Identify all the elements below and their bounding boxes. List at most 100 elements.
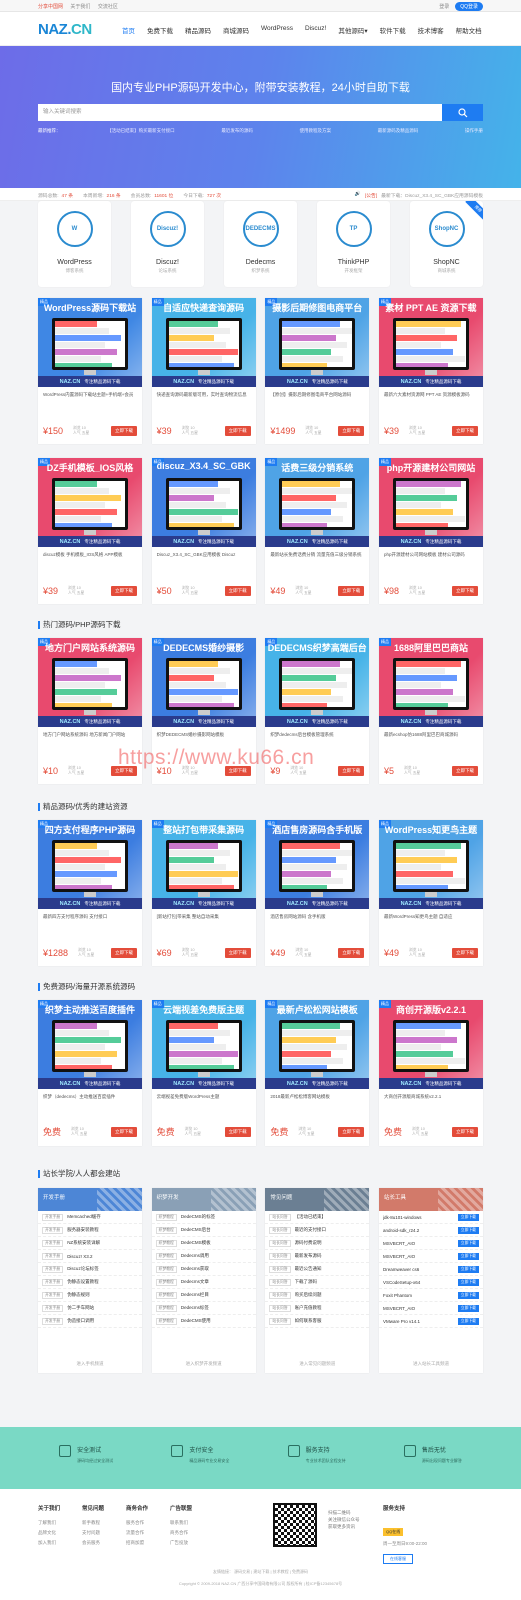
download-button[interactable]: 立即下载 [224,426,251,436]
blog-more-link[interactable]: 进入常见问题频道 [265,1361,369,1367]
download-button[interactable]: 立即下载 [451,948,478,958]
blog-item[interactable]: VSCodeSetup-x64 立即下载 [378,1276,483,1289]
blog-item-title[interactable]: MSVBCRT_AIO [383,1254,456,1259]
footer-link[interactable]: 流量合作 [126,1528,148,1538]
product-image[interactable]: 精品 四方支付程序PHP源码 NAZ.CN 专注精品源码下载 [38,820,142,909]
hot-keyword[interactable]: 使用教程及方案 [300,128,332,134]
download-button[interactable]: 立即下载 [338,586,365,596]
blog-column-header[interactable]: 织梦开发 [151,1188,256,1211]
download-button[interactable]: 立即下载 [338,948,365,958]
download-button[interactable]: 立即下载 [451,1126,478,1137]
product-desc[interactable]: 织梦（dedecms）主动推送百度插件 [38,1089,142,1105]
product-desc[interactable]: Discuz_X3.4_SC_GBK应用模板 Discuz [152,547,256,563]
qq-login-button[interactable]: QQ登录 [455,2,483,11]
blog-item[interactable]: 开发手册 伪静态规则 [38,1289,142,1302]
blog-item[interactable]: VMware Pro v14.1 立即下载 [378,1315,483,1328]
nav-item[interactable]: Discuz! [305,25,326,35]
product-card[interactable]: 精品 DZ手机模板_IOS风格 NAZ.CN 专注精品源码下载 discuz模板 手机模… [38,458,142,604]
blog-item-title[interactable]: 最近公告通知 [295,1266,366,1272]
category-card[interactable]: Discuz! Discuz! 论坛系统 [131,201,204,287]
blog-item[interactable]: 织梦教程 Dedecms文章 [151,1276,256,1289]
blog-item-title[interactable]: Foxit Phantom [383,1293,456,1298]
blog-item-title[interactable]: Dedecms获取 [181,1266,252,1272]
login-link[interactable]: 登录 [439,3,449,10]
product-desc[interactable]: 2018最新卢松松博客网站模板 [265,1089,369,1105]
blog-item-title[interactable]: 购买后续问题 [295,1292,366,1298]
blog-item-title[interactable]: DedeCMS的标签 [181,1214,252,1220]
blog-more-link[interactable]: 进入站长工具频道 [379,1361,483,1367]
blog-item-title[interactable]: 伪造接口调用 [67,1318,138,1324]
blog-item[interactable]: 织梦教程 DedeCMS使用 [151,1315,256,1328]
blog-item[interactable]: jdk-8u101-windows 立即下载 [378,1211,483,1224]
product-card[interactable]: 精品 1688阿里巴巴商站 NAZ.CN 专注精品源码下载 最新ecshop仿1688阿… [378,638,483,784]
product-card[interactable]: 精品 整站打包带采集源码 NAZ.CN 专注精品源码下载 [新站打包]带采集 整站自动采… [151,820,256,966]
blog-item-title[interactable]: 服务器安装教程 [67,1227,138,1233]
product-card[interactable]: 精品 php开源建材公司网站 NAZ.CN 专注精品源码下载 php开源建材公司网站模板… [378,458,483,604]
footer-link[interactable]: 招商加盟 [126,1538,148,1548]
product-desc[interactable]: 最新四方支付程序源码 支付接口 [38,909,142,925]
product-image[interactable]: 精品 最新卢松松网站模板 NAZ.CN 专注精品源码下载 [265,1000,370,1089]
blog-item-title[interactable]: VSCodeSetup-x64 [383,1280,456,1285]
blog-item-title[interactable]: 【活动已结束】 [295,1214,366,1220]
blog-item[interactable]: 开发手册 伪造接口调用 [38,1315,142,1328]
hot-keyword[interactable]: 最新推荐： [38,128,61,134]
product-desc[interactable]: 最新ecshop仿1688阿里巴巴商城源码 [379,727,483,743]
nav-item[interactable]: 软件下载 [380,25,406,35]
download-button[interactable]: 立即下载 [338,766,365,776]
product-image[interactable]: 精品 DZ手机模板_IOS风格 NAZ.CN 专注精品源码下载 [38,458,142,547]
blog-item[interactable]: 开发手册 Discuz! X3.2 [38,1250,142,1263]
tool-download-button[interactable]: 立即下载 [457,1317,479,1325]
blog-item-title[interactable]: 最新发布源码 [295,1253,366,1259]
nav-item[interactable]: 其他源码▾ [338,25,367,35]
site-logo[interactable]: NAZ.CN [38,21,92,38]
blog-item-title[interactable]: Discuz论坛标签 [67,1266,138,1272]
download-button[interactable]: 立即下载 [111,948,137,958]
tool-download-button[interactable]: 立即下载 [457,1213,479,1221]
footer-link[interactable]: 了解我们 [38,1518,60,1528]
blog-item[interactable]: 开发手册 伪静态设置教程 [38,1276,142,1289]
download-button[interactable]: 立即下载 [224,586,251,596]
blog-item-title[interactable]: Memcached缓存 [67,1214,138,1220]
tool-download-button[interactable]: 立即下载 [457,1265,479,1273]
tool-download-button[interactable]: 立即下载 [457,1304,479,1312]
product-desc[interactable]: 织梦DEDECMS婚纱摄影网站模板 [152,727,256,743]
blog-item-title[interactable]: Dedecms标签 [181,1305,252,1311]
product-image[interactable]: 精品 织梦主动推送百度插件 NAZ.CN 专注精品源码下载 [38,1000,142,1089]
product-card[interactable]: 精品 摄影后期修图电商平台 NAZ.CN 专注精品源码下载 【原创】摄影后期修图电商平台… [265,298,370,444]
product-desc[interactable]: 大商创开源版商城系统v2.2.1 [379,1089,483,1105]
blog-item[interactable]: 站长问答 如何联系客服 [265,1315,370,1328]
product-card[interactable]: 精品 discuz_X3.4_SC_GBK NAZ.CN 专注精品源码下载 Discuz… [151,458,256,604]
download-button[interactable]: 立即下载 [111,586,137,596]
product-desc[interactable]: [新站打包]带采集 整站自动采集 [152,909,256,925]
blog-item-title[interactable]: 伪静态规则 [67,1292,138,1298]
product-desc[interactable]: 最新WordPress知更鸟主题 自适应 [379,909,483,925]
blog-column-header[interactable]: 站长工具 [378,1188,483,1211]
topbar-link[interactable]: 分享中国网 [38,4,63,10]
blog-item[interactable]: Dreamweaver cs6 立即下载 [378,1263,483,1276]
hot-keyword[interactable]: 【活动已结束】购买最新支付接口 [107,128,175,134]
blog-item-title[interactable]: Dedecms调用 [181,1253,252,1259]
tool-download-button[interactable]: 立即下载 [457,1278,479,1286]
blog-item[interactable]: 织梦教程 Dedecms获取 [151,1263,256,1276]
nav-item[interactable]: 商城源码 [223,25,249,35]
product-card[interactable]: 精品 云端视差免费版主题 NAZ.CN 专注精品源码下载 云端视差免费版WordPres… [151,1000,256,1146]
product-image[interactable]: 精品 WordPress源码下载站 NAZ.CN 专注精品源码下载 [38,298,142,387]
blog-item[interactable]: Foxit Phantom 立即下载 [378,1289,483,1302]
nav-item[interactable]: 帮助文档 [456,25,482,35]
footer-link[interactable]: 支付问题 [82,1528,104,1538]
product-image[interactable]: 精品 WordPress知更鸟主题 NAZ.CN 专注精品源码下载 [378,820,483,909]
blog-item[interactable]: 织梦教程 DedeCMS模板 [151,1237,256,1250]
blog-item-title[interactable]: VMware Pro v14.1 [383,1319,456,1324]
blog-item-title[interactable]: Discuz! X3.2 [67,1254,138,1259]
blog-item[interactable]: 织梦教程 Dedecms栏目 [151,1289,256,1302]
blog-item-title[interactable]: NZ系统安装详解 [67,1240,138,1246]
tool-download-button[interactable]: 立即下载 [457,1252,479,1260]
product-desc[interactable]: 快递查询源码最新版可用，实时查询物流信息 [152,387,256,403]
download-button[interactable]: 立即下载 [451,426,478,436]
product-desc[interactable]: 【原创】摄影后期修图电商平台网站源码 [265,387,369,403]
blog-item[interactable]: 织梦教程 Dedecms标签 [151,1302,256,1315]
product-image[interactable]: 精品 DEDECMS织梦高端后台 NAZ.CN 专注精品源码下载 [265,638,370,727]
blog-more-link[interactable]: 进入手机频道 [38,1361,142,1367]
product-image[interactable]: 精品 云端视差免费版主题 NAZ.CN 专注精品源码下载 [151,1000,256,1089]
blog-item-title[interactable]: DedeCMS模板 [181,1240,252,1246]
